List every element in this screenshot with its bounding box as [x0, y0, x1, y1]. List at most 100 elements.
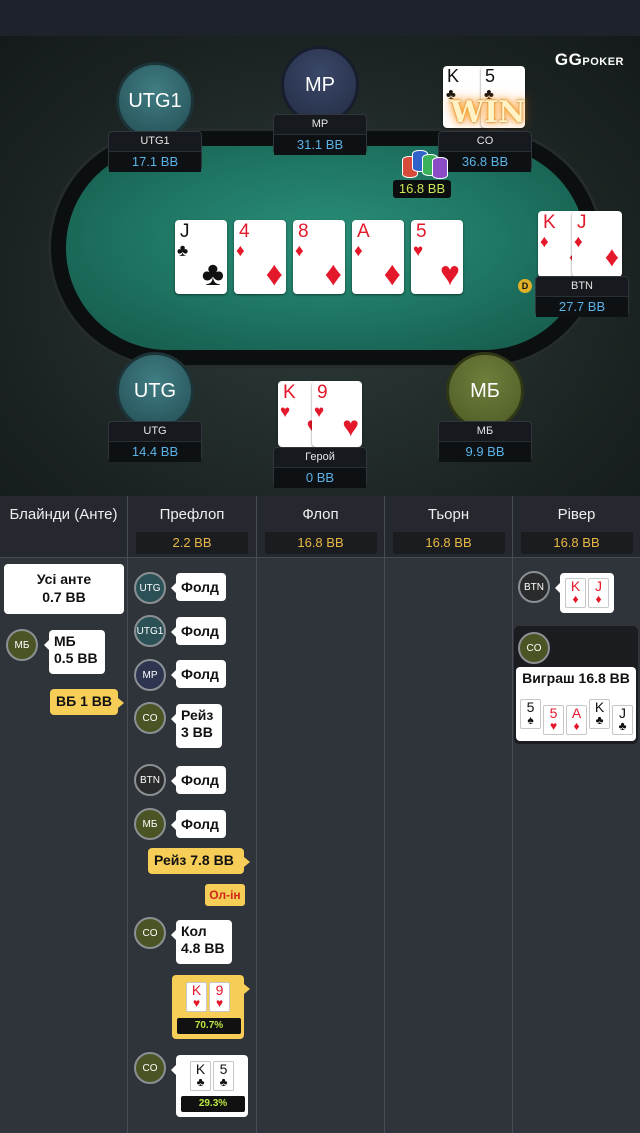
clubs-suit-icon: ♣: [177, 241, 189, 260]
diamonds-suit-icon: ♦: [604, 241, 619, 272]
diamonds-suit-icon: ♦: [295, 241, 304, 260]
diamonds-suit-icon: ♦: [236, 241, 245, 260]
col-title: Флоп: [302, 506, 339, 523]
col-header-preflop[interactable]: Префлоп 2.2 BB: [128, 496, 257, 558]
co-name: CO: [476, 135, 494, 147]
diamonds-suit-icon: ♦: [573, 719, 580, 733]
card-rank: J: [619, 705, 626, 721]
utg1-nameplate: UTG1 17.1 BB: [108, 131, 202, 172]
spades-suit-icon: ♠: [527, 713, 534, 727]
card-rank: K: [570, 578, 581, 594]
card-rank: K: [543, 212, 556, 233]
win-card-2: 5 ♥: [543, 705, 564, 735]
mb-action-bubble: Фолд: [171, 810, 226, 838]
sb-action-amount: 0.5 BB: [54, 650, 98, 666]
card-rank: 5: [219, 1061, 228, 1077]
card-rank: 5: [549, 705, 558, 721]
river-btn-badge: BTN: [518, 571, 550, 603]
mp-action-bubble: Фолд: [171, 660, 226, 688]
hero-equity: 70.7%: [177, 1018, 241, 1034]
diamonds-suit-icon: ♦: [383, 255, 401, 293]
diamonds-suit-icon: ♦: [354, 241, 363, 260]
btn-stack: 27.7 BB: [536, 296, 628, 317]
utg-badge: UTG: [134, 572, 166, 604]
mb-avatar[interactable]: МБ: [446, 352, 524, 430]
utg1-avatar-label: UTG1: [128, 89, 182, 112]
card-rank: 9: [215, 982, 224, 998]
card-rank: 5: [485, 66, 496, 86]
card-rank: 5: [526, 699, 535, 715]
utg1-name: UTG1: [140, 135, 170, 147]
utg1-avatar[interactable]: UTG1: [116, 62, 194, 140]
ante-label: Усі анте: [36, 571, 92, 587]
board-card-4: A ♦ ♦: [352, 220, 404, 294]
card-rank: K: [447, 66, 460, 86]
header-divider: [0, 557, 640, 558]
card-rank: A: [357, 221, 370, 242]
col-pot: 2.2 BB: [136, 532, 248, 554]
clubs-suit-icon: ♣: [595, 713, 604, 727]
utg1-action-bubble: Фолд: [171, 617, 226, 645]
utg-name: UTG: [143, 425, 167, 437]
col-title: Блайнди (Анте): [9, 506, 118, 523]
col-title: Рівер: [557, 506, 596, 523]
btn-hole-card-2: J ♦ ♦: [572, 211, 622, 277]
board-card-3: 8 ♦ ♦: [293, 220, 345, 294]
col-header-river[interactable]: Рівер 16.8 BB: [513, 496, 640, 558]
win-banner: WIN: [450, 95, 526, 130]
mb-stack: 9.9 BB: [439, 441, 531, 462]
diamonds-suit-icon: ♦: [595, 592, 602, 606]
col-header-flop[interactable]: Флоп 16.8 BB: [257, 496, 385, 558]
card-rank: 8: [298, 221, 309, 242]
river-btn-card-2: J ♦: [588, 578, 609, 608]
sb-action-bubble: МБ 0.5 BB: [44, 630, 105, 674]
col-pot: 16.8 BB: [520, 532, 633, 554]
ante-amount: 0.7 BB: [42, 589, 86, 605]
utg1-stack: 17.1 BB: [109, 151, 201, 172]
card-rank: 5: [416, 221, 427, 242]
river-co-badge: CO: [518, 632, 550, 664]
co-raise-amount: 3 BB: [181, 724, 213, 740]
co-stack: 36.8 BB: [439, 151, 531, 172]
mb-avatar-label: МБ: [470, 379, 500, 402]
co-show-badge: CO: [134, 1052, 166, 1084]
co-call-label: Кол: [181, 923, 207, 939]
utg-avatar[interactable]: UTG: [116, 352, 194, 430]
hearts-suit-icon: ♥: [439, 255, 460, 293]
clubs-suit-icon: ♣: [618, 719, 627, 733]
bb-action-bubble: ВБ 1 BB: [50, 689, 124, 715]
mp-stack: 31.1 BB: [274, 134, 366, 155]
hero-show-card-2: 9 ♥: [209, 982, 230, 1012]
win-card-1: 5 ♠: [520, 699, 541, 729]
diamonds-suit-icon: ♦: [574, 232, 583, 251]
mp-nameplate: MP 31.1 BB: [273, 114, 367, 155]
col-header-blinds[interactable]: Блайнди (Анте): [0, 496, 128, 558]
mp-avatar[interactable]: MP: [281, 46, 359, 124]
btn-action-bubble: Фолд: [171, 766, 226, 794]
board-card-1: J ♣ ♣: [175, 220, 227, 294]
hearts-suit-icon: ♥: [549, 719, 558, 733]
diamonds-suit-icon: ♦: [324, 255, 342, 293]
hero-nameplate: Герой 0 BB: [273, 447, 367, 488]
chip: [432, 157, 448, 179]
sb-badge: МБ: [6, 629, 38, 661]
ggpoker-logo: GGPOKER: [554, 50, 624, 69]
diamonds-suit-icon: ♦: [572, 592, 579, 606]
pot-chips-icon: [402, 148, 448, 179]
co-show-card-1: K ♣: [190, 1061, 211, 1091]
co-call-amount: 4.8 BB: [181, 940, 225, 956]
col-pot: 16.8 BB: [392, 532, 505, 554]
card-rank: J: [577, 212, 587, 233]
co-nameplate: CO 36.8 BB: [438, 131, 532, 172]
clubs-suit-icon: ♣: [219, 1075, 228, 1089]
col-header-turn[interactable]: Тьорн 16.8 BB: [385, 496, 513, 558]
card-rank: K: [191, 982, 202, 998]
co-show-card-2: 5 ♣: [213, 1061, 234, 1091]
dealer-button-icon: D: [518, 279, 532, 293]
diamonds-suit-icon: ♦: [540, 232, 549, 251]
card-rank: K: [594, 699, 605, 715]
mp-name: MP: [311, 118, 329, 130]
utg-stack: 14.4 BB: [109, 441, 201, 462]
card-rank: K: [283, 382, 296, 403]
mp-avatar-label: MP: [305, 73, 335, 96]
